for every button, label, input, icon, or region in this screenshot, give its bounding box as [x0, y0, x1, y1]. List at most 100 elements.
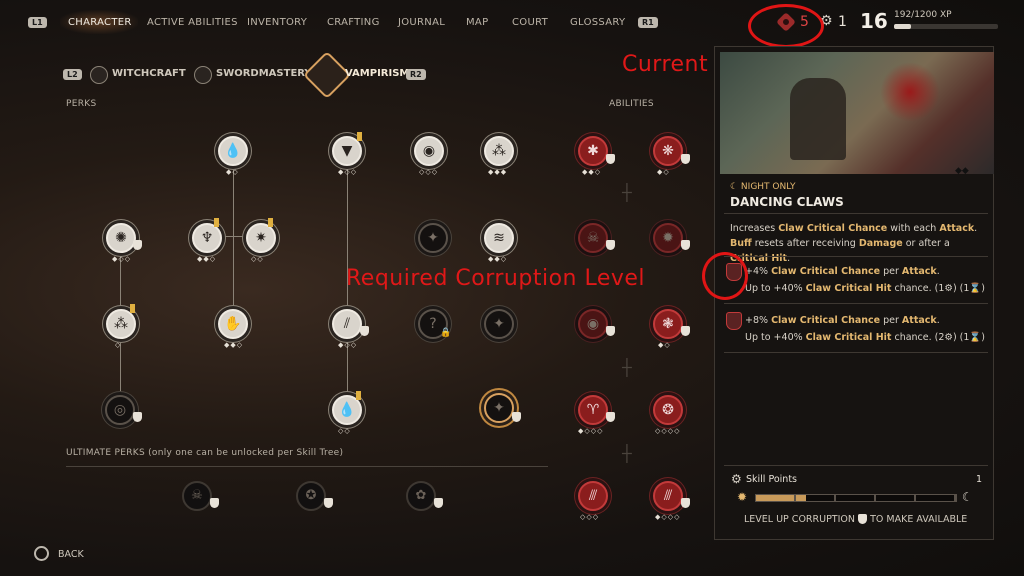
ultimate-perk-node[interactable]: ✪: [296, 481, 326, 511]
sun-burst-icon: ✷: [255, 230, 267, 246]
ability-node[interactable]: ❂: [653, 395, 683, 425]
slash-icon: ≋: [493, 230, 505, 246]
perk-node[interactable]: ◉: [414, 136, 444, 166]
tab-witchcraft[interactable]: WITCHCRAFT: [112, 68, 186, 79]
level-up-text: LEVEL UP CORRUPTION: [744, 514, 855, 525]
tier-text: +8%: [745, 315, 772, 326]
tree-connector: [221, 236, 246, 237]
ability-node-locked[interactable]: ✹: [653, 223, 683, 253]
perk-rank-dots: ◆◆◇: [488, 255, 508, 263]
ability-node[interactable]: ✱: [578, 136, 608, 166]
tier-text: per: [880, 266, 902, 277]
l2-button-hint[interactable]: L2: [63, 69, 82, 80]
horns-icon: ♈: [586, 402, 600, 418]
tier-keyword: Claw Critical Hit: [805, 332, 892, 343]
ability-node[interactable]: ❃: [653, 309, 683, 339]
desc-keyword: Damage: [858, 238, 903, 249]
l1-button-hint[interactable]: L1: [28, 17, 47, 28]
tab-inventory[interactable]: INVENTORY: [247, 17, 307, 28]
ability-node[interactable]: ❋: [653, 136, 683, 166]
ultimate-perk-node[interactable]: ✿: [406, 481, 436, 511]
top-navigation: L1 CHARACTER ACTIVE ABILITIES INVENTORY …: [0, 0, 1024, 44]
tier-keyword: Attack: [901, 315, 937, 326]
preview-blood-splash: [880, 62, 940, 122]
ability-tier-1[interactable]: +4% Claw Critical Chance per Attack. Up …: [745, 263, 985, 297]
perk-node[interactable]: ⁂: [484, 136, 514, 166]
wolf-icon: ✦: [427, 230, 439, 246]
perk-node[interactable]: ✺: [106, 223, 136, 253]
tier-2-line-1: +8% Claw Critical Chance per Attack.: [745, 312, 985, 329]
skill-points-label: Skill Points: [746, 474, 798, 485]
tier-keyword: Claw Critical Chance: [771, 315, 881, 326]
perk-node-selected[interactable]: ✦: [484, 393, 514, 423]
tier-cost: (2⚙) (1⌛): [934, 332, 985, 343]
tab-swordmastery[interactable]: SWORDMASTERY: [216, 68, 312, 79]
tree-cross-marker: ┼: [622, 183, 632, 202]
required-corruption-annotation: Required Corruption Level: [346, 266, 646, 291]
xp-progress-fill: [894, 24, 911, 29]
divider: [724, 465, 988, 466]
ability-name: DANCING CLAWS: [730, 195, 844, 209]
r1-button-hint[interactable]: R1: [638, 17, 658, 28]
perk-node[interactable]: ✋: [218, 309, 248, 339]
perk-rank-dots: ◆◇◇: [112, 255, 132, 263]
perk-node-locked[interactable]: ✦: [418, 223, 448, 253]
mouth-icon: ✱: [587, 143, 599, 159]
divider: [724, 213, 988, 214]
tier-1-line-1: +4% Claw Critical Chance per Attack.: [745, 263, 985, 280]
tab-active-abilities[interactable]: ACTIVE ABILITIES: [147, 17, 238, 28]
perk-node[interactable]: ⫽: [332, 309, 362, 339]
witchcraft-icon: [90, 66, 108, 84]
ability-node[interactable]: ♈: [578, 395, 608, 425]
corruption-bar-segments: [756, 495, 956, 501]
perk-node[interactable]: 💧: [218, 136, 248, 166]
ability-node-locked[interactable]: ◉: [578, 309, 608, 339]
ability-tier-2[interactable]: +8% Claw Critical Chance per Attack. Up …: [745, 312, 985, 346]
perk-rank-dots: ◆◆◇: [224, 341, 244, 349]
desc-keyword: Claw Critical Chance: [778, 223, 888, 234]
tier-1-line-2: Up to +40% Claw Critical Hit chance. (1⚙…: [745, 280, 985, 297]
perk-node[interactable]: ♆: [192, 223, 222, 253]
perk-rank-dots: ◇◇◇: [419, 168, 439, 176]
warning-icon: [214, 218, 219, 227]
back-button-icon[interactable]: [34, 546, 49, 561]
vortex-icon: ✿: [415, 488, 427, 503]
bat-icon: ✦: [493, 316, 505, 332]
tab-character[interactable]: CHARACTER: [68, 17, 132, 28]
shield-icon: [681, 326, 690, 336]
ability-rank-dots: ◆◇: [658, 341, 671, 349]
ability-node[interactable]: ⫻: [578, 481, 608, 511]
r2-button-hint[interactable]: R2: [406, 69, 426, 80]
tier-text: +4%: [745, 266, 772, 277]
claw-icon: ✋: [224, 316, 242, 332]
fang-icon: ▼: [341, 143, 353, 159]
tab-journal[interactable]: JOURNAL: [398, 17, 445, 28]
tab-court[interactable]: COURT: [512, 17, 548, 28]
ability-node-locked[interactable]: ☠: [578, 223, 608, 253]
perk-node[interactable]: ⁂: [106, 309, 136, 339]
tab-glossary[interactable]: GLOSSARY: [570, 17, 625, 28]
perk-node[interactable]: ✷: [246, 223, 276, 253]
tab-vampirism[interactable]: VAMPIRISM: [345, 68, 409, 79]
ability-rank-dots: ◆◇: [657, 168, 670, 176]
eye-icon: ◎: [113, 402, 127, 418]
tab-map[interactable]: MAP: [466, 17, 488, 28]
perk-node[interactable]: ≋: [484, 223, 514, 253]
moon-icon: ☾: [962, 490, 973, 504]
heart-icon: ❂: [662, 402, 674, 418]
perk-node-locked[interactable]: ◎: [105, 395, 135, 425]
back-label[interactable]: BACK: [58, 549, 84, 560]
ultimate-perk-node[interactable]: ☠: [182, 481, 212, 511]
tree-cross-marker: ┼: [622, 358, 632, 377]
shield-icon: [858, 514, 867, 524]
shield-icon: [606, 326, 615, 336]
perk-node-locked[interactable]: ✦: [484, 309, 514, 339]
sword-icon: [194, 66, 212, 84]
tier-keyword: Claw Critical Chance: [771, 266, 881, 277]
ability-node-selected[interactable]: ⫻: [653, 481, 683, 511]
lock-icon: 🔒: [440, 328, 452, 338]
tab-crafting[interactable]: CRAFTING: [327, 17, 380, 28]
skill-points-count: 1: [838, 14, 847, 30]
tier-text: Up to +40%: [745, 332, 806, 343]
shield-icon: [434, 498, 443, 508]
